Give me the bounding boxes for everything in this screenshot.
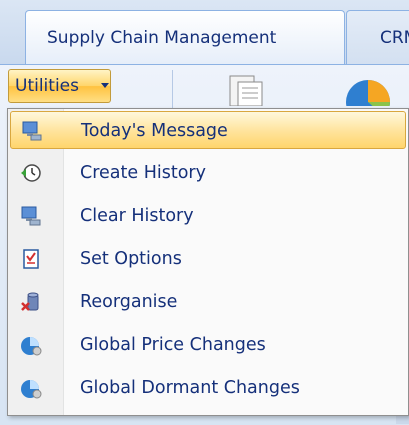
- tab-supply-chain-management[interactable]: Supply Chain Management: [25, 10, 345, 64]
- ribbon-separator: [172, 70, 173, 112]
- menu-item-label: Set Options: [80, 249, 182, 269]
- menu-item-global-price-changes[interactable]: Global Price Changes: [10, 326, 406, 364]
- menu-item-label: Global Price Changes: [80, 335, 266, 355]
- computer-clear-icon: [21, 206, 41, 226]
- checklist-icon: [23, 249, 39, 269]
- ribbon-tab-strip: Supply Chain Management CRM: [0, 0, 409, 64]
- menu-item-reorganise[interactable]: Reorganise: [10, 283, 406, 321]
- menu-item-todays-message[interactable]: Today's Message: [10, 111, 406, 149]
- menu-item-create-history[interactable]: Create History: [10, 154, 406, 192]
- utilities-label: Utilities: [15, 76, 79, 96]
- menu-item-set-options[interactable]: Set Options: [10, 240, 406, 278]
- database-repair-icon: [21, 292, 39, 311]
- history-clock-icon: [21, 164, 41, 182]
- menu-item-label: Clear History: [80, 206, 194, 226]
- computer-message-icon: [22, 121, 42, 141]
- tab-crm[interactable]: CRM: [346, 10, 409, 64]
- utilities-dropdown-menu: Today's Message Create History Clear His…: [7, 108, 409, 416]
- globe-pie-icon: [21, 380, 42, 399]
- globe-chart-icon[interactable]: [340, 72, 396, 106]
- menu-item-label: Create History: [80, 163, 206, 183]
- utilities-dropdown-button[interactable]: Utilities: [8, 69, 111, 103]
- menu-item-label: Today's Message: [81, 121, 228, 141]
- menu-item-label: Global Dormant Changes: [80, 378, 300, 398]
- globe-pie-icon: [21, 337, 42, 356]
- menu-item-global-dormant-changes[interactable]: Global Dormant Changes: [10, 369, 406, 407]
- menu-item-label: Reorganise: [80, 292, 178, 312]
- documents-icon[interactable]: [222, 72, 274, 106]
- chevron-down-icon: [101, 83, 109, 88]
- menu-item-clear-history[interactable]: Clear History: [10, 197, 406, 235]
